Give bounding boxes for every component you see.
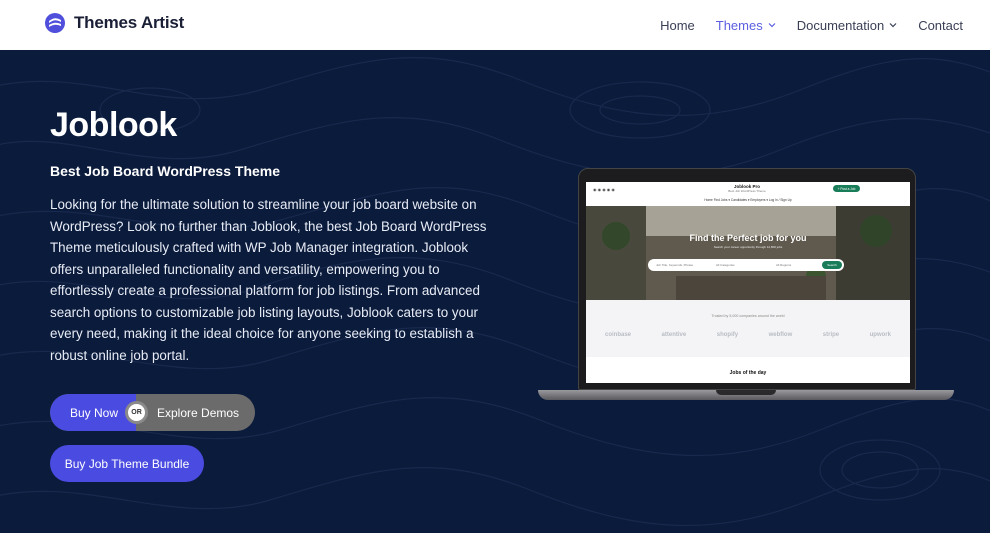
preview-search-location: All Regions xyxy=(776,263,792,267)
nav-themes[interactable]: Themes xyxy=(716,18,776,33)
preview-post-job-button: + Post a Job xyxy=(833,185,860,192)
preview-jobs-title: Jobs of the day xyxy=(729,370,767,376)
nav-documentation-label: Documentation xyxy=(796,17,885,33)
preview-search-keyword: Job Title, Keywords, Phrase xyxy=(656,263,694,267)
logo-stripe: stripe xyxy=(822,332,840,338)
nav-contact-label: Contact xyxy=(918,17,963,33)
preview-hero-title: Find the Perfect job for you xyxy=(689,233,807,243)
preview-header: ◉ ◉ ◉ ◉ ◉ Joblook Pro Best Job WordPress… xyxy=(586,182,910,206)
brand-logo-icon xyxy=(45,13,65,33)
preview-nav: Home Find Jobs ▾ Candidates ▾ Employers … xyxy=(704,198,792,202)
nav-themes-label: Themes xyxy=(715,17,763,33)
brand-logo[interactable]: Themes Artist xyxy=(44,12,184,34)
preview-hero-image: Find the Perfect job for you Search your… xyxy=(586,206,910,300)
chevron-down-icon xyxy=(889,23,897,28)
theme-preview-screen: ◉ ◉ ◉ ◉ ◉ Joblook Pro Best Job WordPress… xyxy=(586,182,910,383)
cta-button-group: Buy Now Explore Demos OR xyxy=(50,394,255,431)
preview-brand: Joblook Pro Best Job WordPress Theme xyxy=(722,184,772,193)
nav-home-label: Home xyxy=(660,17,695,33)
preview-trusted-section: Trusted by 5,000 companies around the wo… xyxy=(586,300,910,357)
laptop-lid: ◉ ◉ ◉ ◉ ◉ Joblook Pro Best Job WordPress… xyxy=(578,168,916,390)
laptop-notch xyxy=(716,390,776,395)
hero-description: Looking for the ultimate solution to str… xyxy=(50,197,487,363)
page-title: Joblook xyxy=(50,106,177,144)
logo-attentive: attentive xyxy=(661,332,687,338)
preview-brand-sub: Best Job WordPress Theme xyxy=(728,189,766,193)
logo-webflow: webflow xyxy=(768,332,793,338)
or-badge: OR xyxy=(125,401,148,424)
preview-trusted-title: Trusted by 5,000 companies around the wo… xyxy=(711,314,785,318)
main-nav: Home Themes Documentation Contact xyxy=(660,0,963,50)
buy-bundle-button[interactable]: Buy Job Theme Bundle xyxy=(50,445,204,482)
preview-hero-overlay xyxy=(586,206,910,300)
laptop-mockup: ◉ ◉ ◉ ◉ ◉ Joblook Pro Best Job WordPress… xyxy=(538,168,954,404)
explore-demos-button[interactable]: Explore Demos xyxy=(136,394,255,431)
preview-search-button: Search xyxy=(822,261,842,269)
brand-name: Themes Artist xyxy=(74,13,185,32)
logo-upwork: upwork xyxy=(869,332,891,338)
nav-documentation[interactable]: Documentation xyxy=(797,18,897,33)
page-subtitle: Best Job Board WordPress Theme xyxy=(50,163,281,179)
logo-shopify: shopify xyxy=(716,332,739,338)
preview-search-bar: Job Title, Keywords, Phrase All Categori… xyxy=(648,259,844,271)
hero-section: Joblook Best Job Board WordPress Theme L… xyxy=(0,50,990,533)
preview-search-category: All Categories xyxy=(716,263,735,267)
buy-now-button[interactable]: Buy Now xyxy=(50,394,136,431)
nav-contact[interactable]: Contact xyxy=(918,18,963,33)
logo-coinbase: coinbase xyxy=(605,332,632,338)
explore-demos-label: Explore Demos xyxy=(157,405,240,420)
nav-home[interactable]: Home xyxy=(660,18,695,33)
preview-social-icons: ◉ ◉ ◉ ◉ ◉ xyxy=(593,187,615,192)
site-header: Themes Artist Home Themes Documentation … xyxy=(0,0,990,50)
chevron-down-icon xyxy=(768,23,776,28)
preview-hero-subtitle: Search your career opportunity through 1… xyxy=(713,245,783,249)
preview-company-logos: coinbase attentive shopify webflow strip… xyxy=(605,332,891,338)
